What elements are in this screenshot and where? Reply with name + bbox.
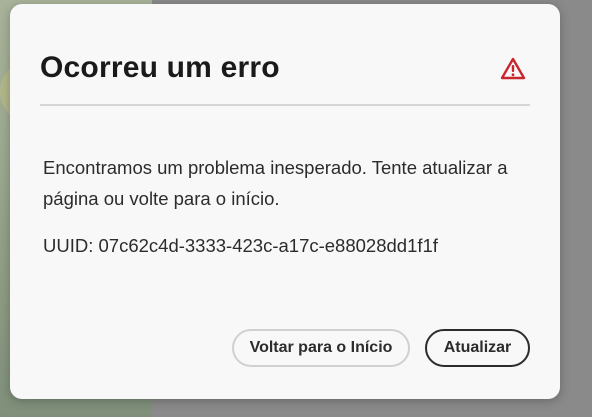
error-dialog: Ocorreu um erro Encontramos um problema … (10, 4, 560, 399)
error-uuid: UUID: 07c62c4d-3333-423c-a17c-e88028dd1f… (43, 235, 438, 256)
dialog-title: Ocorreu um erro (40, 51, 280, 84)
error-message: Encontramos um problema inesperado. Tent… (43, 157, 508, 209)
back-to-home-button[interactable]: Voltar para o Início (232, 329, 410, 367)
app-stage: Ocorreu um erro Encontramos um problema … (0, 0, 592, 417)
refresh-button[interactable]: Atualizar (425, 329, 530, 367)
alert-triangle-icon (500, 56, 526, 82)
dialog-header: Ocorreu um erro (40, 44, 530, 106)
